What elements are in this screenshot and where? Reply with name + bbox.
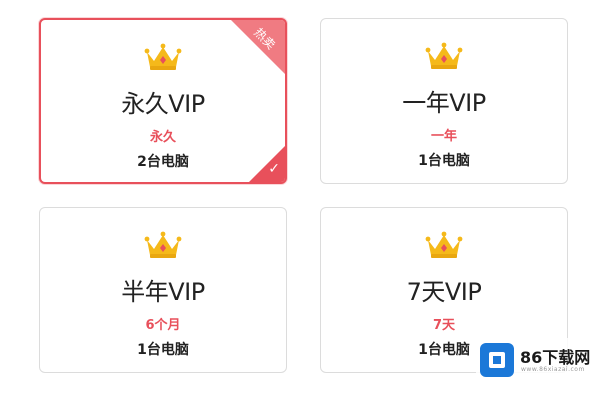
site-watermark: 86下载网 www.86xiazai.com bbox=[476, 338, 594, 386]
watermark-logo-icon bbox=[480, 343, 514, 377]
plan-duration: 一年 bbox=[430, 129, 457, 144]
watermark-brand: 86下载网 bbox=[520, 348, 591, 367]
watermark-domain: www.86xiazai.com bbox=[521, 366, 585, 373]
plan-devices: 1台电脑 bbox=[137, 342, 189, 358]
plan-title: 一年VIP bbox=[402, 89, 486, 117]
plan-card-lifetime[interactable]: 永久VIP 永久 2台电脑 热卖 ✓ bbox=[39, 18, 287, 184]
plan-title: 7天VIP bbox=[406, 278, 482, 306]
hot-sale-ribbon: 热卖 bbox=[231, 20, 285, 74]
crown-icon bbox=[425, 231, 463, 258]
plan-title: 永久VIP bbox=[121, 90, 205, 118]
selected-indicator: ✓ bbox=[249, 146, 285, 182]
plan-card-one-year[interactable]: 一年VIP 一年 1台电脑 bbox=[320, 18, 568, 184]
plan-duration: 7天 bbox=[432, 318, 456, 333]
plan-duration: 永久 bbox=[149, 130, 176, 145]
plan-title: 半年VIP bbox=[121, 278, 205, 306]
crown-icon bbox=[144, 43, 182, 70]
plan-devices: 1台电脑 bbox=[418, 153, 470, 169]
plan-duration: 6个月 bbox=[145, 318, 181, 333]
crown-icon bbox=[425, 42, 463, 69]
crown-icon bbox=[144, 231, 182, 258]
vip-plan-grid: 永久VIP 永久 2台电脑 热卖 ✓ 一年VIP 一年 1台电脑 半年VIP 6… bbox=[0, 0, 596, 400]
checkmark-icon: ✓ bbox=[268, 161, 280, 177]
plan-card-half-year[interactable]: 半年VIP 6个月 1台电脑 bbox=[39, 207, 287, 373]
